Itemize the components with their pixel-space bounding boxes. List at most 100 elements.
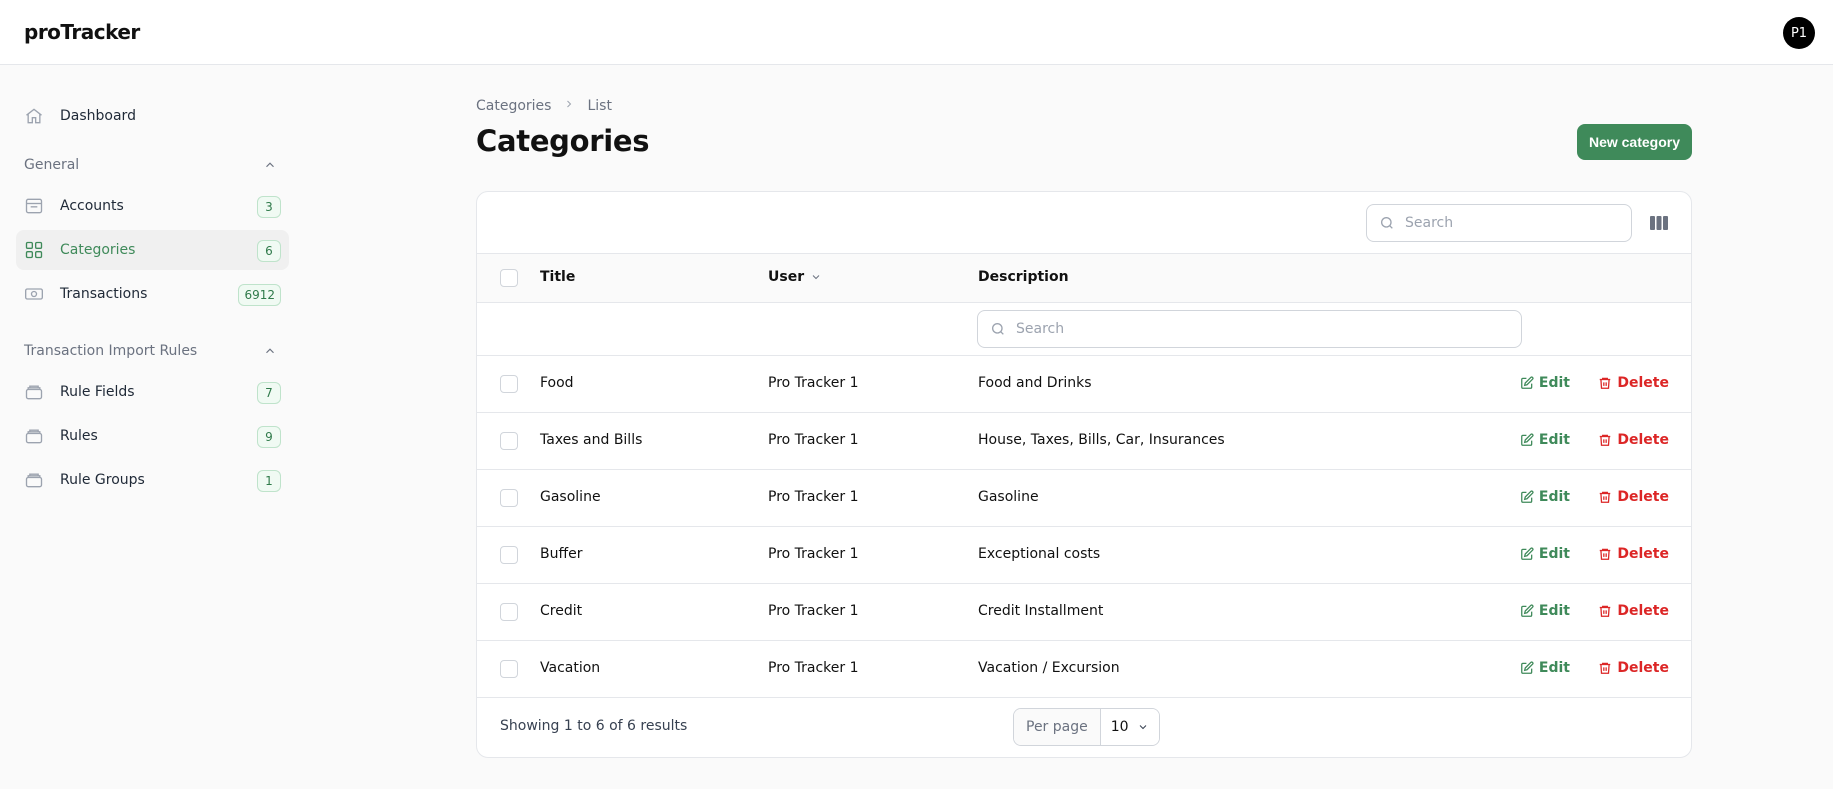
sidebar-item-accounts[interactable]: Accounts 3: [16, 186, 289, 226]
cell-title: Food: [540, 375, 574, 391]
cell-user: Pro Tracker 1: [768, 546, 859, 562]
table-row[interactable]: Gasoline Pro Tracker 1 Gasoline Edit Del…: [477, 470, 1691, 527]
delete-label: Delete: [1617, 375, 1669, 391]
chevron-down-icon: [1139, 725, 1146, 730]
description-filter-input[interactable]: Search: [977, 310, 1522, 348]
per-page-select[interactable]: Per page 10: [1013, 708, 1160, 746]
sidebar-group-general[interactable]: General: [16, 150, 289, 180]
sidebar-item-rules[interactable]: Rules 9: [16, 416, 289, 456]
table-row[interactable]: Food Pro Tracker 1 Food and Drinks Edit …: [477, 356, 1691, 413]
per-page-label: Per page: [1014, 709, 1101, 745]
edit-button[interactable]: Edit: [1520, 432, 1570, 448]
trash-icon: [1600, 548, 1611, 560]
edit-button[interactable]: Edit: [1520, 660, 1570, 676]
delete-button[interactable]: Delete: [1598, 489, 1669, 505]
row-checkbox[interactable]: [500, 660, 518, 678]
sidebar-item-rule-groups[interactable]: Rule Groups 1: [16, 460, 289, 500]
columns-icon[interactable]: [1649, 214, 1669, 236]
user-avatar[interactable]: P1: [1783, 17, 1815, 49]
home-icon: [24, 106, 44, 126]
top-bar: proTracker P1: [0, 0, 1833, 65]
select-all-checkbox[interactable]: [500, 269, 518, 287]
new-category-button[interactable]: New category: [1576, 124, 1692, 160]
cell-title: Credit: [540, 603, 583, 619]
main-content: Categories List Categories New category …: [476, 96, 1692, 758]
sidebar-item-transactions[interactable]: Transactions 6912: [16, 274, 289, 314]
edit-label: Edit: [1538, 375, 1570, 391]
cell-title: Gasoline: [540, 489, 601, 505]
edit-label: Edit: [1538, 603, 1570, 619]
stack-icon: [24, 382, 44, 402]
edit-button[interactable]: Edit: [1520, 603, 1570, 619]
chevron-right-icon: [563, 98, 575, 114]
sidebar-item-label: Dashboard: [60, 108, 136, 124]
sidebar: Dashboard General Accounts 3 Categories …: [16, 96, 289, 504]
count-badge: 6: [257, 240, 281, 262]
table-row[interactable]: Taxes and Bills Pro Tracker 1 House, Tax…: [477, 413, 1691, 470]
table-row[interactable]: Credit Pro Tracker 1 Credit Installment …: [477, 584, 1691, 641]
inbox-icon: [24, 196, 44, 216]
sidebar-item-rule-fields[interactable]: Rule Fields 7: [16, 372, 289, 412]
trash-icon: [1600, 491, 1611, 503]
edit-button[interactable]: Edit: [1520, 489, 1570, 505]
table-search-input[interactable]: Search: [1366, 204, 1632, 242]
delete-button[interactable]: Delete: [1598, 660, 1669, 676]
filter-row: Search: [477, 303, 1691, 356]
chevron-up-icon[interactable]: [263, 344, 277, 362]
grid-icon: [24, 240, 44, 260]
delete-label: Delete: [1617, 546, 1669, 562]
trash-icon: [1600, 605, 1611, 617]
chevron-up-icon[interactable]: [263, 158, 277, 176]
breadcrumb-parent[interactable]: Categories: [476, 98, 551, 114]
row-checkbox[interactable]: [500, 603, 518, 621]
edit-label: Edit: [1538, 489, 1570, 505]
edit-icon: [1521, 433, 1534, 446]
column-header-user[interactable]: User: [768, 269, 822, 285]
search-icon: [990, 321, 1006, 337]
delete-button[interactable]: Delete: [1598, 432, 1669, 448]
search-placeholder: Search: [1405, 215, 1454, 231]
delete-label: Delete: [1617, 432, 1669, 448]
breadcrumb-current: List: [587, 98, 612, 114]
sidebar-group-import-rules[interactable]: Transaction Import Rules: [16, 336, 289, 366]
per-page-value[interactable]: 10: [1100, 709, 1159, 745]
delete-button[interactable]: Delete: [1598, 603, 1669, 619]
cell-description: Vacation / Excursion: [978, 660, 1120, 676]
delete-button[interactable]: Delete: [1598, 546, 1669, 562]
cash-icon: [24, 284, 44, 304]
delete-label: Delete: [1617, 660, 1669, 676]
edit-icon: [1521, 376, 1534, 389]
cell-title: Taxes and Bills: [540, 432, 643, 448]
sidebar-item-label: Rule Fields: [60, 384, 135, 400]
stack-icon: [24, 470, 44, 490]
brand-logo[interactable]: proTracker: [24, 20, 140, 44]
sidebar-item-categories[interactable]: Categories 6: [16, 230, 289, 270]
sidebar-item-label: Accounts: [60, 198, 124, 214]
delete-label: Delete: [1617, 489, 1669, 505]
cell-user: Pro Tracker 1: [768, 660, 859, 676]
table-row[interactable]: Vacation Pro Tracker 1 Vacation / Excurs…: [477, 641, 1691, 698]
column-header-title[interactable]: Title: [540, 269, 575, 285]
sidebar-item-dashboard[interactable]: Dashboard: [16, 96, 289, 136]
sidebar-item-label: Rules: [60, 428, 98, 444]
edit-icon: [1521, 547, 1534, 560]
trash-icon: [1600, 377, 1611, 389]
row-checkbox[interactable]: [500, 546, 518, 564]
group-heading: Transaction Import Rules: [24, 343, 198, 359]
edit-label: Edit: [1538, 660, 1570, 676]
filter-placeholder: Search: [1016, 321, 1065, 337]
count-badge: 9: [257, 426, 281, 448]
edit-button[interactable]: Edit: [1520, 375, 1570, 391]
row-checkbox[interactable]: [500, 432, 518, 450]
delete-label: Delete: [1617, 603, 1669, 619]
trash-icon: [1600, 662, 1611, 674]
edit-button[interactable]: Edit: [1520, 546, 1570, 562]
delete-button[interactable]: Delete: [1598, 375, 1669, 391]
row-checkbox[interactable]: [500, 375, 518, 393]
table-row[interactable]: Buffer Pro Tracker 1 Exceptional costs E…: [477, 527, 1691, 584]
count-badge: 1: [257, 470, 281, 492]
row-checkbox[interactable]: [500, 489, 518, 507]
count-badge: 7: [257, 382, 281, 404]
cell-description: Exceptional costs: [978, 546, 1101, 562]
cell-user: Pro Tracker 1: [768, 603, 859, 619]
